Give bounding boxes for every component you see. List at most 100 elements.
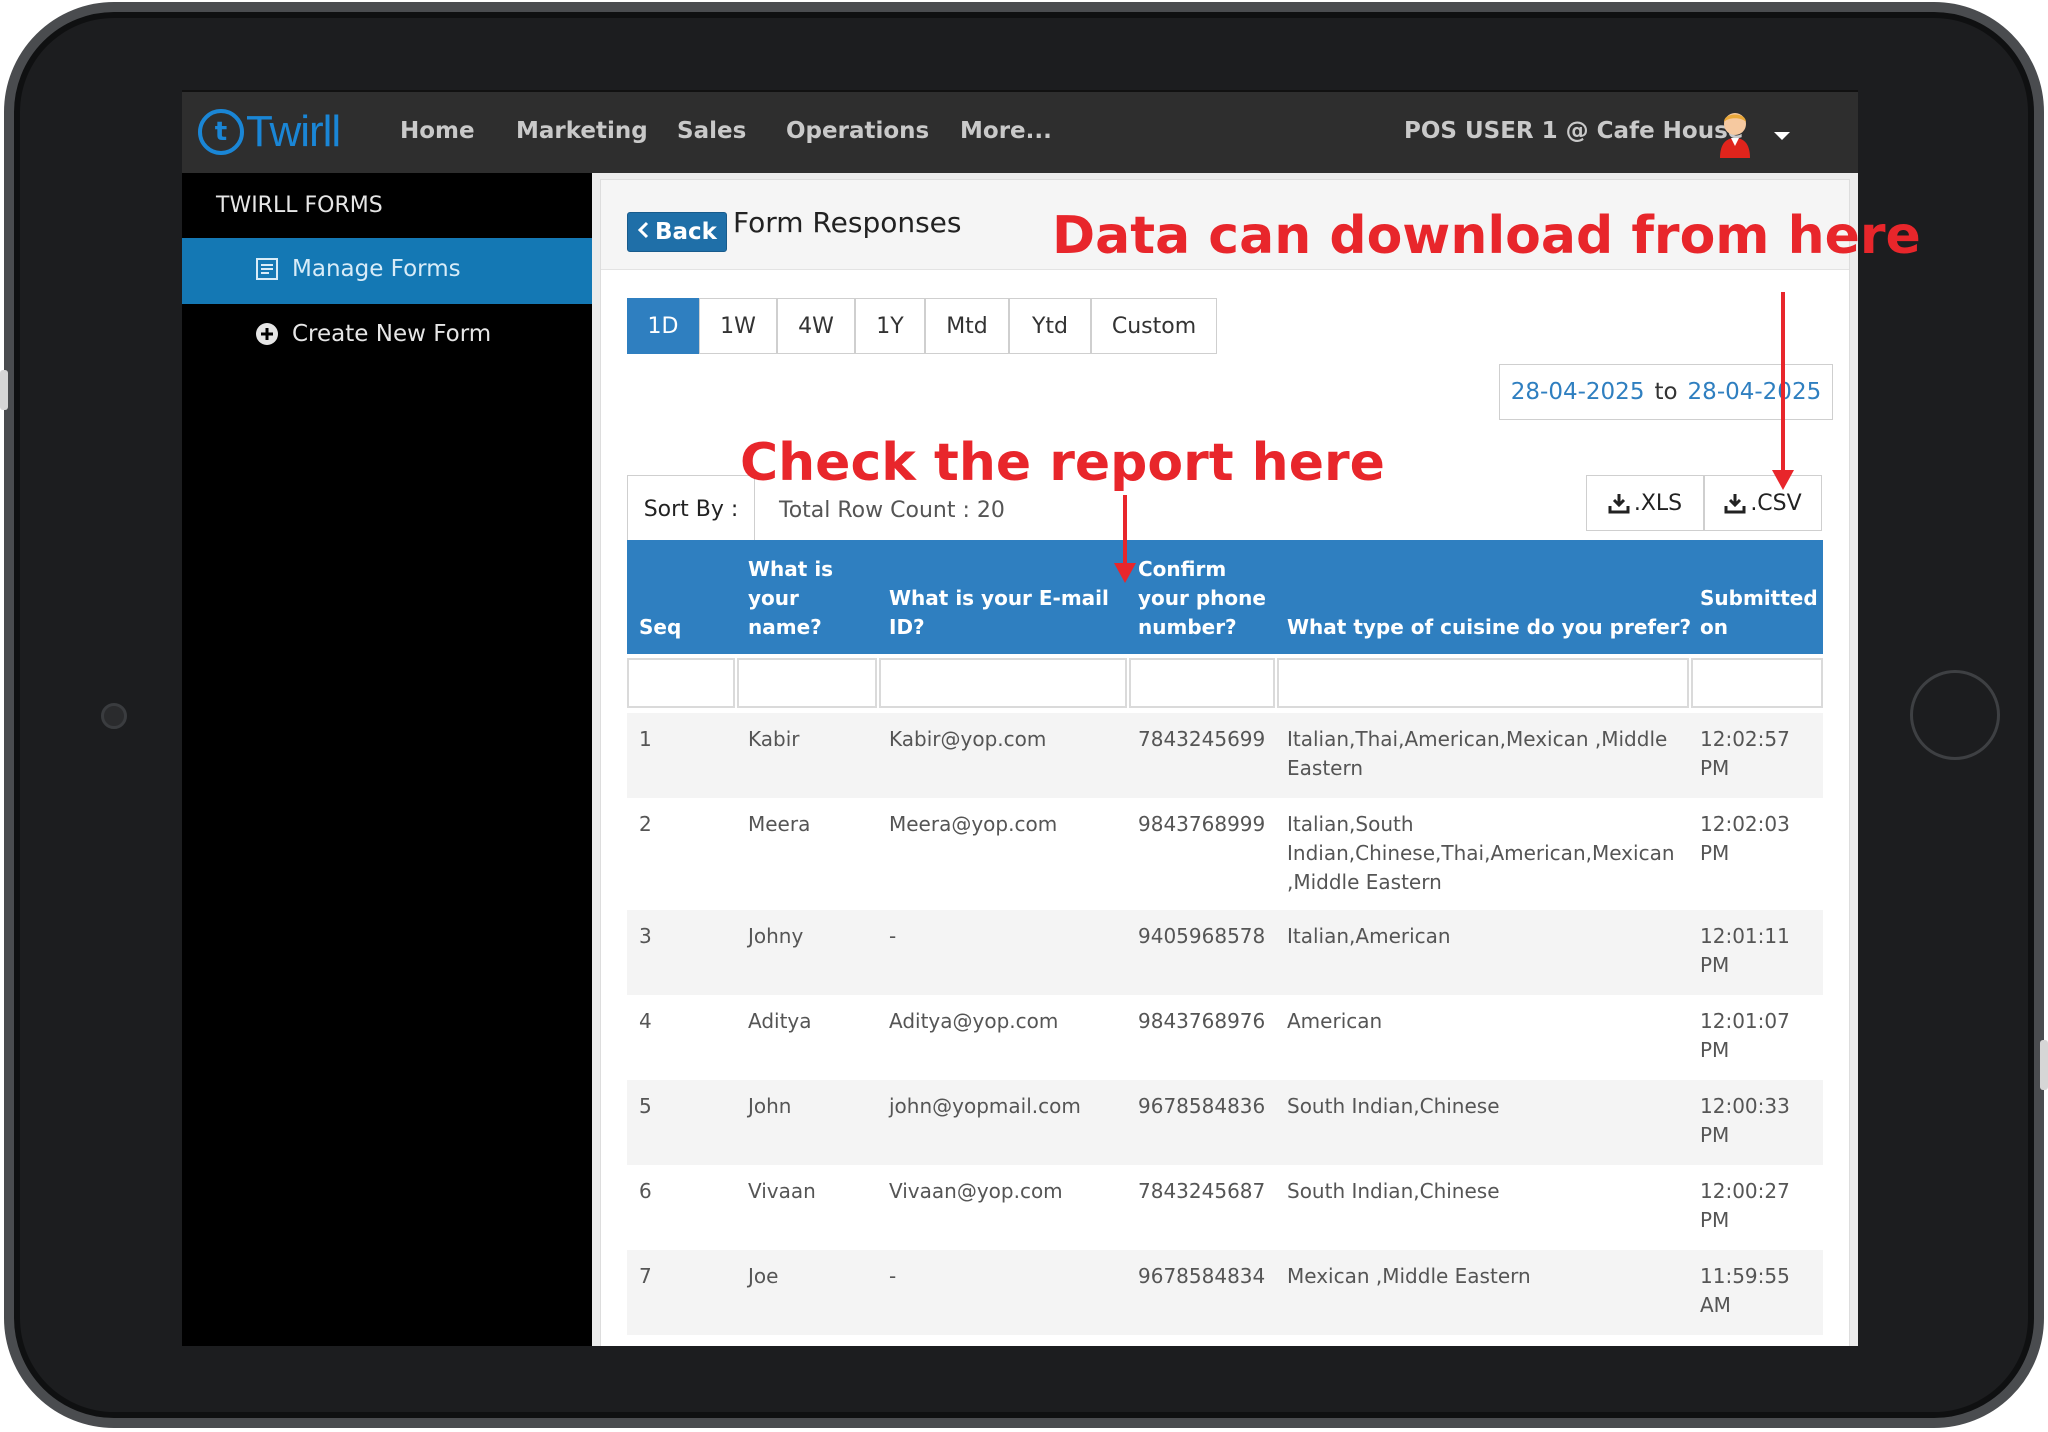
- arrow-line: [1781, 292, 1785, 472]
- cell-line: South Indian,Chinese: [1287, 1094, 1500, 1118]
- user-label[interactable]: POS USER 1 @ Cafe House: [1404, 118, 1743, 144]
- table-row[interactable]: 3 Johny - 9405968578 Italian,American 12:01:1…: [627, 910, 1823, 995]
- sidebar: TWIRLL FORMS Manage Forms Create New For…: [182, 173, 592, 1346]
- power-key: [2040, 1040, 2048, 1090]
- cell-line: Italian,Thai,American,Mexican ,Middle: [1287, 727, 1668, 751]
- app-screen: t Twirll Home Marketing Sales Operations…: [182, 90, 1858, 1346]
- header-email[interactable]: What is your E-mail ID?: [889, 584, 1109, 642]
- cell-submitted: 12:02:57 PM: [1700, 725, 1790, 783]
- header-phone[interactable]: Confirm your phone number?: [1138, 555, 1266, 642]
- cell-name: Johny: [748, 924, 804, 948]
- cell-email: Vivaan@yop.com: [889, 1179, 1063, 1203]
- range-4w[interactable]: 4W: [777, 298, 855, 354]
- total-row-count: Total Row Count : 20: [779, 498, 1005, 523]
- nav-operations[interactable]: Operations: [786, 118, 929, 144]
- cell-cuisine: Mexican ,Middle Eastern: [1287, 1262, 1531, 1291]
- table-row[interactable]: 4 Aditya Aditya@yop.com 9843768976 American 1…: [627, 995, 1823, 1080]
- cell-line: 12:02:57: [1700, 727, 1790, 751]
- nav-home[interactable]: Home: [400, 118, 475, 144]
- download-icon: [1608, 494, 1630, 514]
- cell-line: PM: [1700, 841, 1730, 865]
- header-line: Confirm: [1138, 557, 1227, 581]
- filter-submitted-input[interactable]: [1691, 658, 1823, 708]
- cell-line: American: [1287, 1009, 1383, 1033]
- table-row[interactable]: 7 Joe - 9678584834 Mexican ,Middle Eastern 11…: [627, 1250, 1823, 1335]
- header-name[interactable]: What is your name?: [748, 555, 833, 642]
- table-row[interactable]: 1 Kabir Kabir@yop.com 7843245699 Italian,Tha…: [627, 713, 1823, 798]
- cell-cuisine: South Indian,Chinese: [1287, 1177, 1500, 1206]
- download-icon: [1724, 494, 1746, 514]
- table-header: Seq What is your name? What is your E-ma…: [627, 540, 1823, 654]
- cell-phone: 9678584834: [1138, 1264, 1266, 1288]
- nav-marketing[interactable]: Marketing: [516, 118, 648, 144]
- range-1d[interactable]: 1D: [627, 298, 699, 354]
- plus-circle-icon: [254, 321, 280, 347]
- nav-more[interactable]: More...: [960, 118, 1052, 144]
- header-line: your phone: [1138, 586, 1266, 610]
- cell-line: Eastern: [1287, 756, 1364, 780]
- filter-name-input[interactable]: [737, 658, 877, 708]
- table-row[interactable]: 5 John john@yopmail.com 9678584836 South Ind…: [627, 1080, 1823, 1165]
- cell-seq: 2: [639, 812, 652, 836]
- range-custom[interactable]: Custom: [1091, 298, 1217, 354]
- filter-cuisine-input[interactable]: [1277, 658, 1689, 708]
- cell-phone: 7843245699: [1138, 727, 1266, 751]
- sort-by-button[interactable]: Sort By :: [627, 475, 755, 543]
- header-line: What is: [748, 557, 834, 581]
- home-button[interactable]: [1910, 670, 2000, 760]
- cell-email: Meera@yop.com: [889, 812, 1058, 836]
- date-from[interactable]: 28-04-2025: [1511, 379, 1645, 405]
- page-title: Form Responses: [733, 206, 962, 239]
- cell-cuisine: Italian,South Indian,Chinese,Thai,America…: [1287, 810, 1675, 897]
- download-xls-button[interactable]: .XLS: [1586, 475, 1704, 531]
- cell-line: Italian,South: [1287, 812, 1414, 836]
- cell-phone: 9843768999: [1138, 812, 1266, 836]
- range-ytd[interactable]: Ytd: [1009, 298, 1091, 354]
- table-row[interactable]: 6 Vivaan Vivaan@yop.com 7843245687 South Ind…: [627, 1165, 1823, 1250]
- header-seq[interactable]: Seq: [639, 613, 681, 642]
- cell-line: PM: [1700, 953, 1730, 977]
- arrow-down-icon: [1114, 563, 1136, 583]
- header-line: Submitted: [1700, 586, 1818, 610]
- cell-line: 12:01:11: [1700, 924, 1790, 948]
- sidebar-item-create-form[interactable]: Create New Form: [254, 321, 491, 347]
- cell-line: ,Middle Eastern: [1287, 870, 1442, 894]
- logo-mark: t: [198, 109, 244, 155]
- back-button[interactable]: Back: [627, 212, 727, 252]
- sidebar-item-manage-forms[interactable]: Manage Forms: [254, 256, 461, 282]
- annotation-report: Check the report here: [740, 433, 1385, 493]
- table-row[interactable]: 2 Meera Meera@yop.com 9843768999 Italian,Sou…: [627, 798, 1823, 910]
- header-submitted[interactable]: Submitted on: [1700, 584, 1818, 642]
- cell-email: Kabir@yop.com: [889, 727, 1047, 751]
- chevron-left-icon: [637, 219, 649, 245]
- cell-line: 12:01:07: [1700, 1009, 1790, 1033]
- arrow-line: [1123, 495, 1127, 565]
- cell-line: PM: [1700, 1038, 1730, 1062]
- twirll-logo[interactable]: t Twirll: [198, 104, 341, 160]
- date-to[interactable]: 28-04-2025: [1688, 379, 1822, 405]
- range-1y[interactable]: 1Y: [855, 298, 925, 354]
- range-mtd[interactable]: Mtd: [925, 298, 1009, 354]
- cell-phone: 9678584836: [1138, 1094, 1266, 1118]
- range-1w[interactable]: 1W: [699, 298, 777, 354]
- cell-line: PM: [1700, 756, 1730, 780]
- xls-label: .XLS: [1633, 490, 1683, 516]
- camera-icon: [101, 703, 127, 729]
- header-line: your: [748, 586, 799, 610]
- date-to-label: to: [1654, 379, 1678, 405]
- cell-seq: 6: [639, 1179, 652, 1203]
- cell-cuisine: American: [1287, 1007, 1382, 1036]
- cell-line: Italian,American: [1287, 924, 1451, 948]
- cell-cuisine: Italian,Thai,American,Mexican ,Middle Eas…: [1287, 725, 1667, 783]
- filter-seq-input[interactable]: [627, 658, 735, 708]
- filter-phone-input[interactable]: [1129, 658, 1275, 708]
- chevron-down-icon[interactable]: [1774, 132, 1790, 140]
- header-line: number?: [1138, 615, 1237, 639]
- logo-text: Twirll: [246, 107, 341, 156]
- cell-name: Kabir: [748, 727, 800, 751]
- filter-email-input[interactable]: [879, 658, 1127, 708]
- header-cuisine[interactable]: What type of cuisine do you prefer?: [1287, 613, 1691, 642]
- nav-sales[interactable]: Sales: [677, 118, 746, 144]
- user-avatar-icon[interactable]: [1714, 106, 1756, 158]
- download-csv-button[interactable]: .CSV: [1704, 475, 1822, 531]
